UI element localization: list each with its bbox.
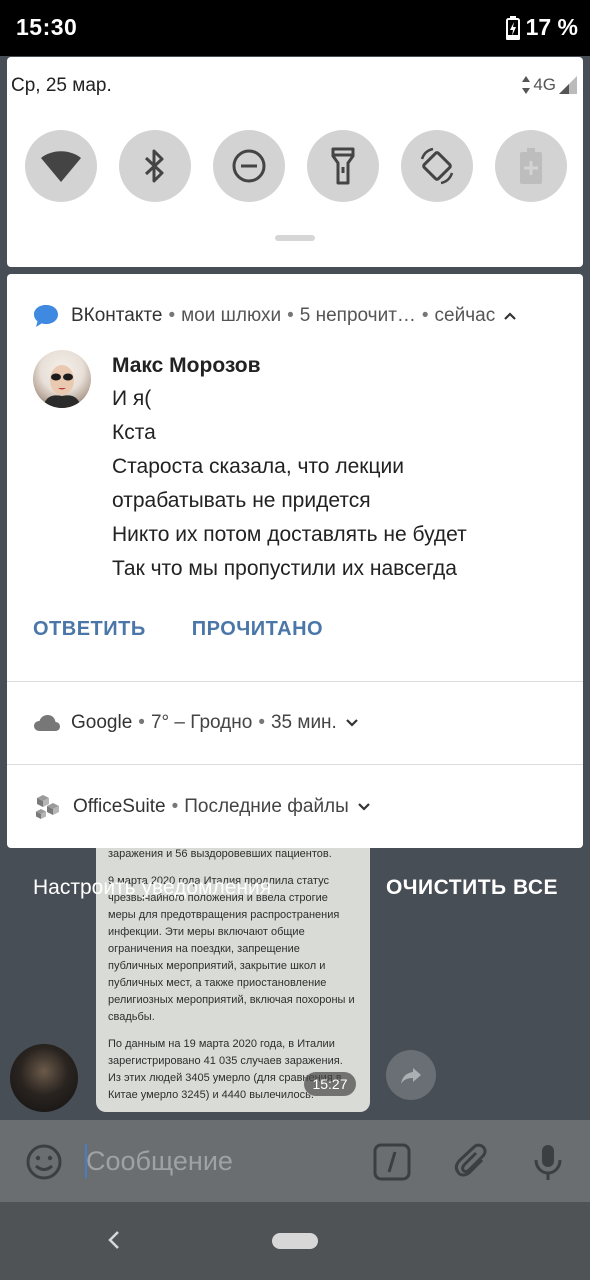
message-line: отрабатывать не придется <box>112 489 371 512</box>
avatar-sunglasses-icon <box>43 365 81 408</box>
officesuite-app-name: OfficeSuite <box>73 795 166 817</box>
notification-actions: ОТВЕТИТЬ ПРОЧИТАНО <box>33 618 323 641</box>
google-notification[interactable]: Google • 7° – Гродно • 35 мин. <box>7 682 583 765</box>
message-line: И я( <box>112 387 152 410</box>
do-not-disturb-tile[interactable] <box>213 130 285 202</box>
message-line: Никто их потом доставлять не будет <box>112 523 467 546</box>
data-arrows-icon <box>522 76 531 94</box>
message-line: Староста сказала, что лекции <box>112 455 404 478</box>
officesuite-notification[interactable]: OfficeSuite • Последние файлы <box>7 765 583 848</box>
expand-chevron-icon[interactable] <box>345 718 359 728</box>
microphone-icon[interactable] <box>528 1142 568 1182</box>
auto-rotate-tile[interactable] <box>401 130 473 202</box>
battery-saver-icon <box>520 148 542 184</box>
auto-rotate-icon <box>420 147 454 185</box>
separator: • <box>287 305 294 326</box>
share-icon <box>401 1068 421 1084</box>
google-time: 35 мин. <box>270 712 337 733</box>
reply-button[interactable]: ОТВЕТИТЬ <box>33 618 146 641</box>
quick-settings-panel: Ср, 25 мар. 4G <box>7 57 583 267</box>
vk-time: сейчас <box>434 305 496 326</box>
message-line: Так что мы пропустили их навсегда <box>112 557 457 580</box>
battery-percent: 17 % <box>525 14 578 40</box>
wifi-icon <box>41 151 81 182</box>
bot-command-icon[interactable] <box>372 1142 412 1182</box>
battery-charging-icon <box>505 15 520 40</box>
message-lines: И я( Кста Староста сказала, что лекции о… <box>112 382 467 586</box>
separator: • <box>168 305 176 326</box>
clear-all-button[interactable]: ОЧИСТИТЬ ВСЕ <box>386 876 558 900</box>
do-not-disturb-icon <box>232 149 266 183</box>
signal-icon <box>559 76 577 94</box>
network-type: 4G <box>533 75 556 94</box>
message-input[interactable]: Сообщение <box>86 1146 233 1177</box>
expand-chevron-icon[interactable] <box>357 802 371 812</box>
network-indicator: 4G <box>522 75 577 95</box>
officesuite-info: Последние файлы <box>184 795 349 817</box>
share-button[interactable] <box>386 1050 436 1100</box>
google-weather: 7° – Гродно <box>150 712 253 733</box>
vk-app-name: ВКонтакте <box>71 305 163 326</box>
back-icon[interactable] <box>102 1228 126 1252</box>
sender-avatar <box>33 350 91 408</box>
qs-date: Ср, 25 мар. <box>11 75 112 96</box>
flashlight-icon <box>331 147 355 185</box>
vk-message-icon <box>34 305 58 327</box>
separator: • <box>258 712 265 733</box>
vk-notification[interactable]: ВКонтакте • мои шлюхи • 5 непрочит… • се… <box>7 274 583 682</box>
quick-settings-tiles <box>25 130 567 202</box>
navigation-bar <box>0 1202 590 1280</box>
notification-header: ВКонтакте • мои шлюхи • 5 непрочит… • се… <box>33 304 517 328</box>
flashlight-tile[interactable] <box>307 130 379 202</box>
collapse-chevron-icon[interactable] <box>503 311 517 321</box>
google-app-name: Google <box>71 712 133 733</box>
wifi-tile[interactable] <box>25 130 97 202</box>
manage-notifications-button[interactable]: Настроить уведомления <box>33 876 271 900</box>
separator: • <box>138 712 145 733</box>
message-compose-bar: Сообщение <box>0 1120 590 1202</box>
home-pill[interactable] <box>272 1233 318 1249</box>
background-paragraph: заражения и 56 выздоровевших пациентов. <box>108 848 332 860</box>
cloud-icon <box>34 715 60 731</box>
background-message-time: 15:27 <box>304 1072 356 1096</box>
vk-chat-name: мои шлюхи <box>181 305 282 326</box>
expand-handle[interactable] <box>275 235 315 241</box>
vk-unread-count: 5 непрочит… <box>299 305 416 326</box>
status-indicators: 17 % <box>505 14 578 41</box>
notification-list: ВКонтакте • мои шлюхи • 5 непрочит… • се… <box>7 274 583 848</box>
attach-icon[interactable] <box>452 1142 492 1182</box>
bluetooth-icon <box>144 149 164 183</box>
separator: • <box>421 305 429 326</box>
status-time: 15:30 <box>16 14 78 40</box>
mark-read-button[interactable]: ПРОЧИТАНО <box>192 618 323 641</box>
emoji-icon[interactable] <box>24 1142 64 1182</box>
status-bar: 15:30 17 % <box>0 0 590 56</box>
separator: • <box>171 795 179 817</box>
background-chat-avatar <box>10 1044 78 1112</box>
bluetooth-tile[interactable] <box>119 130 191 202</box>
message-line: Кста <box>112 421 156 444</box>
battery-saver-tile[interactable] <box>495 130 567 202</box>
officesuite-icon <box>36 794 59 819</box>
sender-name: Макс Морозов <box>112 354 261 377</box>
